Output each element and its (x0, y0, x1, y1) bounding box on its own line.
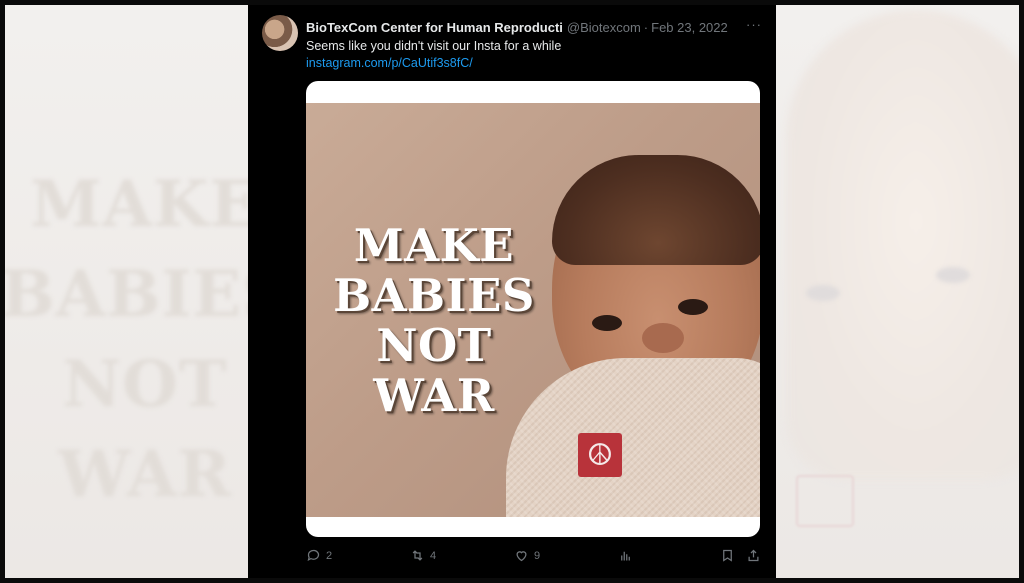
reply-button[interactable]: 2 (306, 548, 332, 563)
views-icon (621, 551, 630, 561)
baby-hair (552, 155, 760, 265)
tweet-link[interactable]: instagram.com/p/CaUtif3s8fC/ (306, 56, 473, 70)
screenshot-frame: MAKE BABIES NOT WAR BioTexCom Center for… (5, 5, 1019, 578)
author-avatar[interactable] (262, 15, 298, 51)
tweet-media[interactable]: MAKE BABIES NOT WAR ☮ (306, 81, 760, 537)
like-count: 9 (534, 549, 541, 562)
views-button[interactable] (618, 548, 633, 563)
slogan-line: MAKE (353, 219, 515, 272)
repost-icon (412, 550, 423, 561)
like-button[interactable]: 9 (514, 548, 540, 563)
background-slogan: MAKE BABIES NOT WAR (5, 160, 248, 520)
background-line: MAKE (30, 167, 248, 242)
baby-eye-right (678, 299, 708, 315)
bookmark-icon (723, 549, 732, 562)
author-name[interactable]: BioTexCom Center for Human Reproducti (306, 20, 563, 35)
blurred-background-left: MAKE BABIES NOT WAR (5, 5, 248, 578)
baby-nose (642, 323, 684, 353)
reply-count: 2 (326, 549, 333, 562)
repost-button[interactable]: 4 (410, 548, 436, 563)
peace-icon: ☮ (578, 433, 622, 477)
baby-eye-left (592, 315, 622, 331)
baby-photo: MAKE BABIES NOT WAR ☮ (306, 103, 760, 517)
like-icon (516, 551, 527, 562)
blurred-baby-image (786, 10, 1019, 480)
share-icon (748, 549, 759, 562)
separator-dot: · (643, 19, 649, 35)
more-icon[interactable]: ··· (746, 17, 762, 32)
blurred-peace-badge (796, 475, 854, 527)
slogan-line: NOT (376, 319, 492, 372)
slogan-text: MAKE BABIES NOT WAR (306, 221, 562, 421)
share-button[interactable] (746, 548, 761, 563)
background-line: WAR (58, 437, 232, 512)
bookmark-button[interactable] (720, 548, 735, 563)
reply-icon (307, 549, 320, 562)
author-handle[interactable]: @Biotexcom (567, 20, 641, 35)
background-line: NOT (62, 347, 228, 422)
repost-count: 4 (430, 549, 437, 562)
tweet-header: BioTexCom Center for Human Reproducti @B… (306, 17, 762, 37)
slogan-line: BABIES (333, 269, 535, 322)
tweet-card[interactable]: BioTexCom Center for Human Reproducti @B… (248, 5, 776, 578)
blurred-eye (936, 267, 970, 283)
tweet-text: Seems like you didn't visit our Insta fo… (306, 39, 562, 53)
tweet-actions: 2 4 9 (306, 548, 764, 568)
background-line: BABIES (5, 257, 248, 332)
blurred-background-right (776, 5, 1019, 578)
blurred-eye (806, 285, 840, 301)
tweet-date[interactable]: Feb 23, 2022 (651, 20, 728, 35)
